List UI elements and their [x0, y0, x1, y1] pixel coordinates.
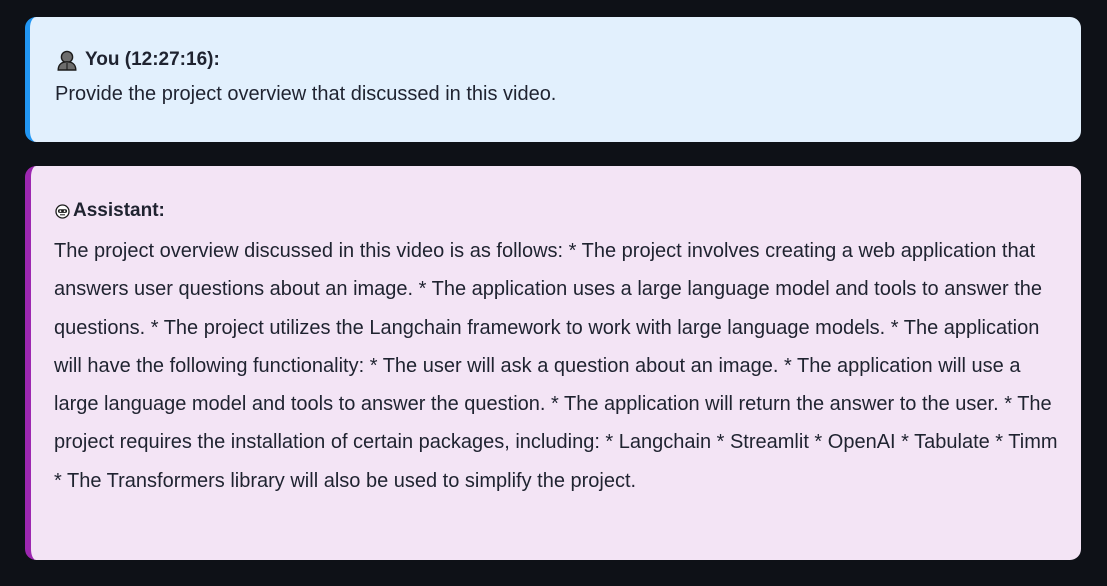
user-message-sender: You (12:27:16):: [85, 49, 220, 70]
user-message: You (12:27:16): Provide the project over…: [25, 17, 1081, 142]
robot-icon: [54, 198, 70, 224]
assistant-message-sender: Assistant:: [73, 200, 165, 221]
assistant-message-header: Assistant:: [54, 198, 1061, 224]
user-message-header: You (12:27:16):: [55, 47, 1061, 73]
person-icon: [55, 47, 79, 73]
user-message-text: Provide the project overview that discus…: [55, 83, 557, 105]
assistant-message-text: The project overview discussed in this v…: [54, 240, 1058, 492]
assistant-message: Assistant: The project overview discusse…: [25, 166, 1081, 560]
chat-container: You (12:27:16): Provide the project over…: [0, 0, 1107, 586]
